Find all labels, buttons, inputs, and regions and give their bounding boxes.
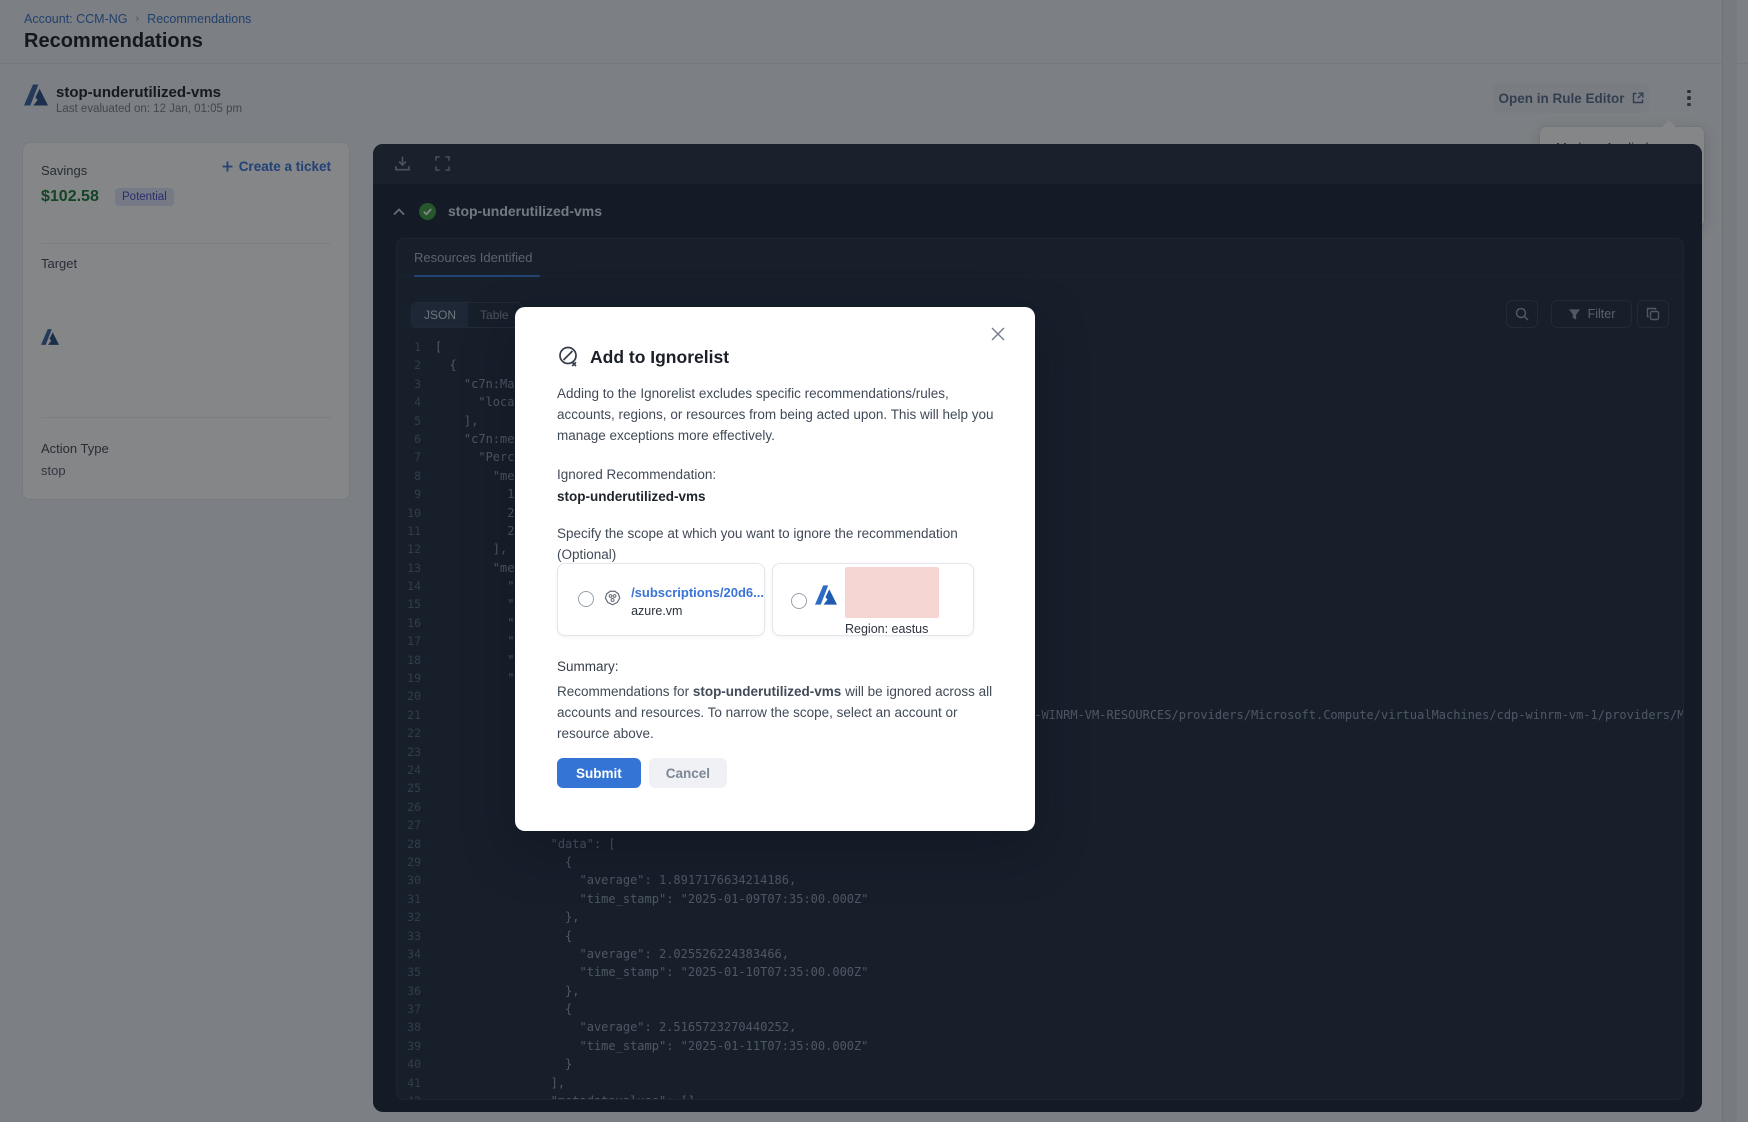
subscription-radio[interactable] xyxy=(578,591,594,607)
add-to-ignorelist-modal: Add to Ignorelist Adding to the Ignoreli… xyxy=(515,307,1035,831)
ignored-recommendation-label: Ignored Recommendation: xyxy=(557,467,716,482)
scope-option-subscription[interactable]: /subscriptions/20d6... azure.vm xyxy=(557,563,765,636)
region-azure-icon xyxy=(815,585,837,605)
ignore-icon xyxy=(557,345,581,369)
region-thumbnail xyxy=(845,567,939,618)
subscription-resource-type: azure.vm xyxy=(631,604,764,618)
modal-description: Adding to the Ignorelist excludes specif… xyxy=(557,383,997,446)
submit-button[interactable]: Submit xyxy=(557,758,641,788)
region-label: Region: eastus xyxy=(845,622,939,636)
subscription-link[interactable]: /subscriptions/20d6... xyxy=(631,585,764,600)
region-radio[interactable] xyxy=(791,593,807,609)
summary-rule-name: stop-underutilized-vms xyxy=(693,684,842,699)
scope-option-region[interactable]: Region: eastus xyxy=(772,563,974,636)
summary-label: Summary: xyxy=(557,659,619,674)
cancel-button[interactable]: Cancel xyxy=(649,758,727,788)
modal-title: Add to Ignorelist xyxy=(590,347,729,368)
summary-text: Recommendations for stop-underutilized-v… xyxy=(557,681,1007,744)
scope-label: Specify the scope at which you want to i… xyxy=(557,523,1017,565)
modal-close-button[interactable] xyxy=(987,324,1009,346)
subscription-org-icon xyxy=(603,586,622,610)
close-icon xyxy=(990,326,1006,342)
ignored-recommendation-value: stop-underutilized-vms xyxy=(557,489,706,504)
